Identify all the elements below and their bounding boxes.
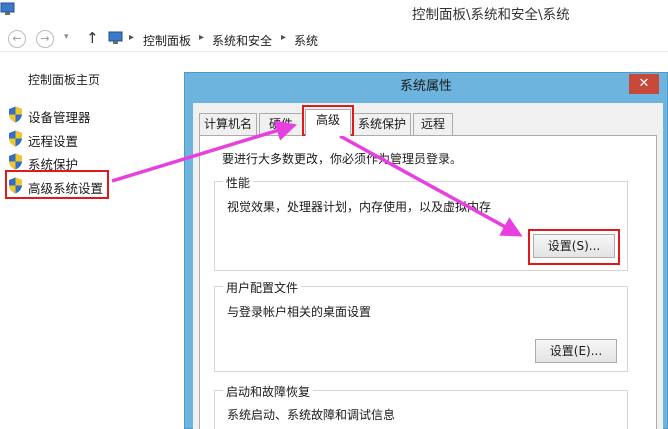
group-title-startup-recovery: 启动和故障恢复 — [223, 383, 314, 400]
group-startup-recovery: 启动和故障恢复 系统启动、系统故障和调试信息 — [214, 383, 628, 429]
shield-icon — [9, 130, 22, 147]
breadcrumb-system-security[interactable]: 系统和安全 — [212, 32, 272, 49]
shield-icon — [9, 106, 22, 123]
close-button[interactable]: ✕ — [629, 74, 659, 94]
sidebar-item-label: 远程设置 — [28, 134, 79, 149]
startup-recovery-description: 系统启动、系统故障和调试信息 — [227, 408, 396, 422]
tab-system-protection[interactable]: 系统保护 — [353, 113, 411, 135]
back-icon[interactable]: ← — [8, 30, 26, 48]
control-panel-home-link[interactable]: 控制面板主页 — [28, 71, 100, 88]
highlight-box-advanced-settings — [5, 170, 109, 199]
user-profiles-description: 与登录帐户相关的桌面设置 — [227, 305, 372, 319]
breadcrumb-separator-icon: ▸ — [281, 32, 287, 43]
group-title-performance: 性能 — [223, 174, 254, 191]
address-bar: ← → ▾ ↑ ▸ 控制面板 ▸ 系统和安全 ▸ 系统 — [0, 26, 668, 52]
group-user-profiles: 用户配置文件 与登录帐户相关的桌面设置 设置(E)... — [214, 279, 628, 372]
highlight-box-performance-settings — [528, 229, 620, 265]
computer-icon — [108, 31, 123, 44]
group-title-user-profiles: 用户配置文件 — [223, 279, 302, 296]
tab-computer-name[interactable]: 计算机名 — [199, 113, 257, 135]
tab-hardware[interactable]: 硬件 — [259, 113, 303, 135]
breadcrumb-system[interactable]: 系统 — [294, 32, 318, 49]
chevron-down-icon[interactable]: ▾ — [64, 32, 69, 42]
user-profiles-settings-button[interactable]: 设置(E)... — [535, 339, 617, 363]
tab-remote[interactable]: 远程 — [413, 113, 453, 135]
window-title: 控制面板\系统和安全\系统 — [412, 7, 570, 23]
forward-icon[interactable]: → — [36, 30, 54, 48]
sidebar-item-label: 设备管理器 — [28, 110, 91, 125]
performance-description: 视觉效果，处理器计划，内存使用，以及虚拟内存 — [227, 200, 492, 214]
shield-icon — [9, 153, 22, 170]
dialog-title: 系统属性 — [399, 79, 452, 94]
breadcrumb-control-panel[interactable]: 控制面板 — [143, 32, 191, 49]
control-panel-app-icon — [0, 2, 15, 15]
breadcrumb-separator-icon: ▸ — [129, 32, 135, 43]
up-arrow-icon[interactable]: ↑ — [86, 29, 99, 47]
breadcrumb-separator-icon: ▸ — [199, 32, 205, 43]
tab-advanced[interactable]: 高级 — [305, 109, 351, 136]
window-title-bar: 控制面板\系统和安全\系统 — [0, 0, 668, 26]
admin-notice: 要进行大多数更改，你必须作为管理员登录。 — [222, 152, 463, 166]
